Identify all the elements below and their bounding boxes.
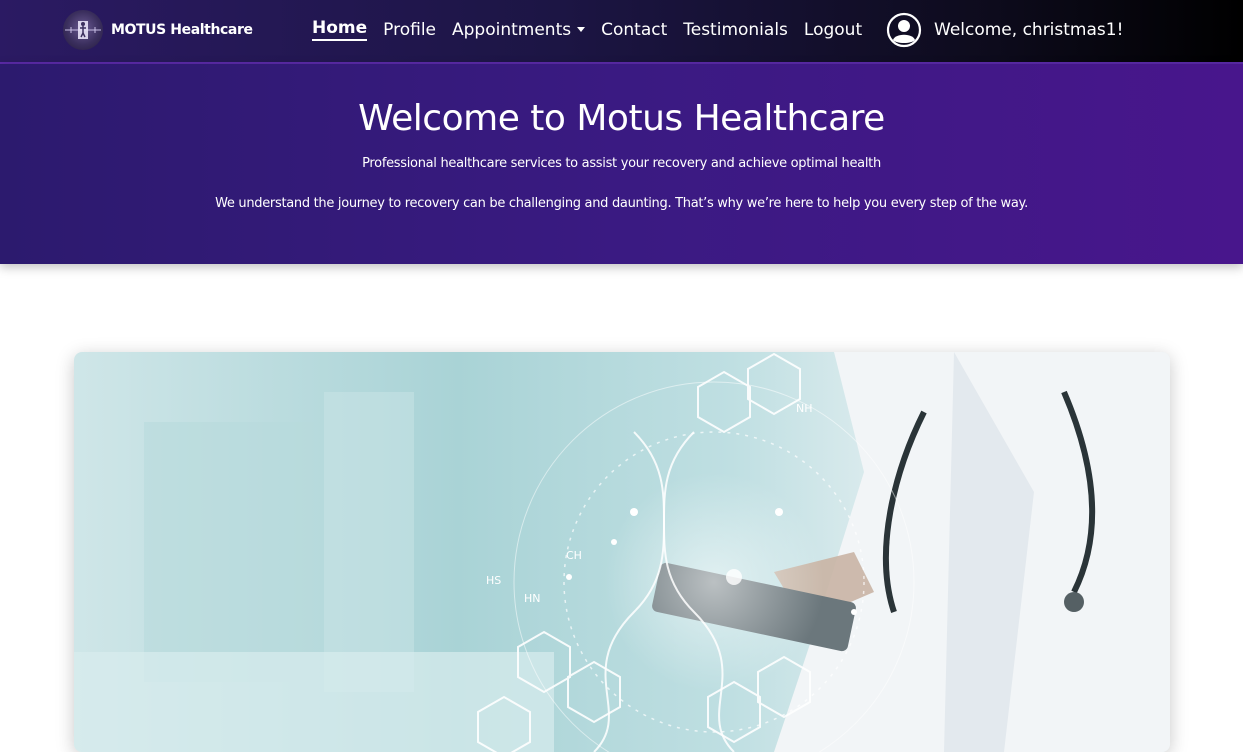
nav-link-home[interactable]: Home [312, 18, 368, 41]
hero-text: We understand the journey to recovery ca… [215, 196, 1028, 211]
nav-links: Home Profile Appointments Contact Testim… [312, 18, 878, 41]
image-label-ch: CH [566, 549, 582, 562]
nav-link-logout[interactable]: Logout [804, 20, 862, 40]
nav-link-profile[interactable]: Profile [383, 20, 436, 40]
welcome-user-text: Welcome, christmas1! [934, 20, 1124, 40]
brand-name: MOTUS Healthcare [111, 22, 253, 38]
hero-title: Welcome to Motus Healthcare [358, 98, 885, 139]
doctor-tablet-image: HS CH HN NH [74, 352, 1170, 752]
hero-image-card: HS CH HN NH [74, 352, 1170, 752]
nav-link-appointments-label: Appointments [452, 19, 572, 40]
nav-link-contact[interactable]: Contact [601, 20, 667, 40]
hero-section: Welcome to Motus Healthcare Professional… [0, 64, 1243, 264]
hero-subtitle: Professional healthcare services to assi… [362, 156, 881, 171]
image-label-hn: HN [524, 592, 541, 605]
brand-logo-icon [63, 10, 103, 50]
nav-link-appointments[interactable]: Appointments [452, 19, 586, 40]
brand[interactable]: MOTUS Healthcare [63, 10, 253, 50]
user-menu[interactable]: Welcome, christmas1! [886, 12, 1123, 48]
image-label-nh: NH [796, 402, 813, 415]
user-circle-icon [886, 12, 922, 48]
image-label-hs: HS [486, 574, 501, 587]
chevron-down-icon [577, 27, 586, 32]
navbar: MOTUS Healthcare Home Profile Appointmen… [0, 0, 1243, 64]
nav-link-testimonials[interactable]: Testimonials [683, 20, 788, 40]
